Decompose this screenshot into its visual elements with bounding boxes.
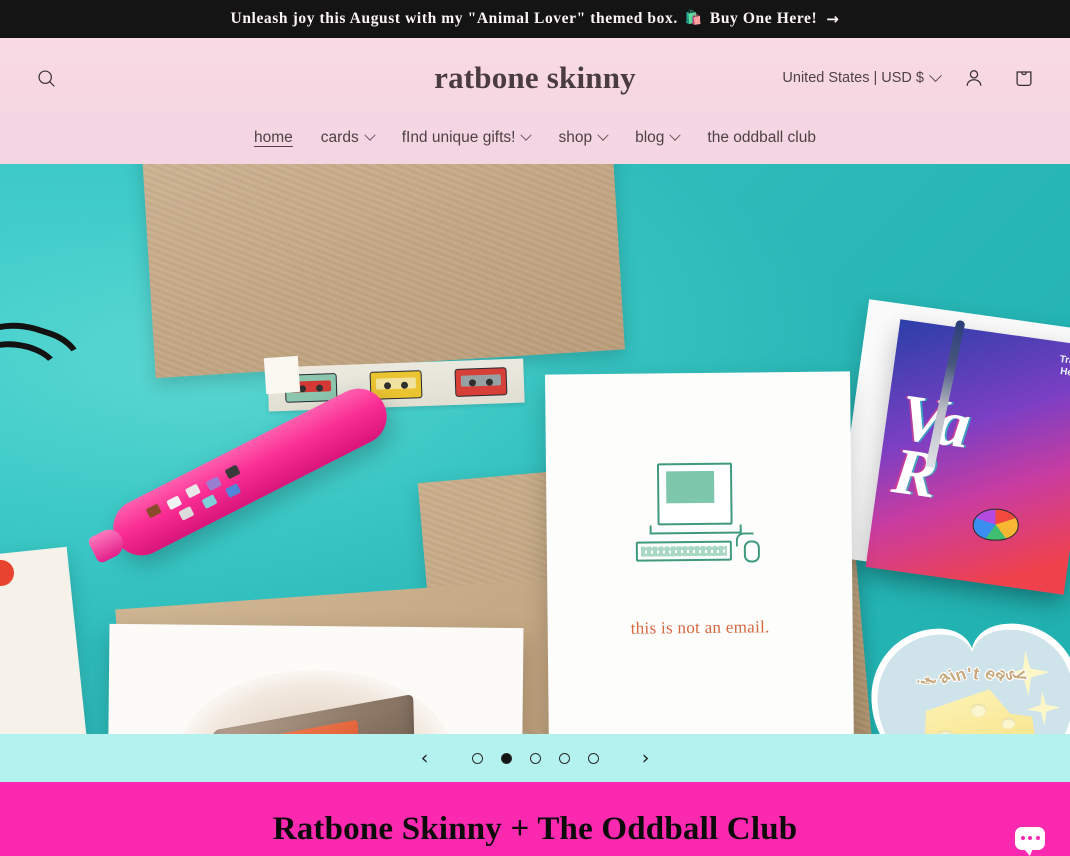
announcement-cta: Buy One Here! (709, 10, 818, 27)
computer-illustration (635, 462, 760, 563)
vhs-illustration: VHS (177, 668, 456, 734)
announcement-text: Unleash joy this August with my "Animal … (230, 10, 678, 27)
slide-dot-2[interactable] (500, 752, 512, 764)
chevron-down-icon (520, 129, 533, 141)
main-navigation: home cards fInd unique gifts! shop blog … (0, 118, 1070, 164)
slide-next-button[interactable]: › (623, 735, 669, 781)
chat-widget-button[interactable] (1002, 810, 1058, 856)
header-right: United States | USD $ (776, 56, 1046, 100)
promo-section: Ratbone Skinny + The Oddball Club (0, 782, 1070, 856)
slide-dot-5[interactable] (587, 752, 599, 764)
nav-label: fInd unique gifts! (401, 129, 516, 146)
chevron-down-icon (364, 129, 376, 141)
slide-prev-button[interactable]: ‹ (402, 735, 448, 781)
chevron-down-icon (929, 68, 942, 82)
greeting-card-vhs: VHS you're not old, you're a classic. (106, 623, 524, 734)
slide-dot-3[interactable] (529, 752, 541, 764)
hero-slideshow[interactable]: TransHead VaR this is not an email. VHS (0, 164, 1070, 734)
monitor-icon (656, 462, 733, 526)
locale-label: United States | USD $ (782, 70, 924, 86)
cart-icon (1016, 71, 1032, 86)
notebook-sticker-icon (972, 508, 1019, 541)
site-header: ratbone skinny United States | USD $ (0, 38, 1070, 118)
announcement-bar: Unleash joy this August with my "Animal … (0, 0, 1070, 38)
mouse-icon (743, 540, 760, 563)
notebook-top-text: Trans Head (1058, 353, 1070, 380)
arrow-right-icon: → (826, 10, 840, 28)
monitor-base (649, 524, 742, 535)
chevron-left-icon: ‹ (420, 747, 429, 769)
cassette-red-icon (454, 367, 508, 397)
cheese-sticker: it ain't easy bein' cheesy (871, 619, 1070, 734)
retro-notebook: TransHead VaR (865, 319, 1070, 595)
slide-dot-4[interactable] (558, 752, 570, 764)
nav-item-the-oddball-club[interactable]: the oddball club (707, 125, 816, 151)
nav-item-shop[interactable]: shop (558, 125, 609, 151)
chevron-right-icon: › (641, 747, 650, 769)
nav-label: shop (558, 129, 593, 146)
promo-title: Ratbone Skinny + The Oddball Club (272, 810, 798, 847)
card-email-caption: this is not an email. (630, 617, 770, 638)
slide-dot-1[interactable] (471, 752, 483, 764)
nav-label: cards (320, 129, 359, 146)
nav-label: blog (635, 129, 665, 146)
nav-label: the oddball club (707, 129, 816, 146)
nav-item-blog[interactable]: blog (635, 125, 682, 151)
sticker-top-text: it a i n ' t easy (914, 663, 1033, 688)
nav-label: home (254, 129, 293, 146)
account-button[interactable] (952, 56, 996, 100)
shopping-bags-icon: 🛍️ (684, 11, 703, 26)
nav-item-find-unique-gifts[interactable]: fInd unique gifts! (401, 125, 533, 151)
mini-sticker (263, 355, 301, 395)
chevron-down-icon (669, 129, 682, 141)
chevron-down-icon (597, 129, 609, 141)
cassette-washi-tape (267, 358, 525, 412)
nav-item-home[interactable]: home (254, 125, 293, 151)
cart-button[interactable] (1002, 56, 1046, 100)
slideshow-controls: ‹ › (0, 734, 1070, 782)
nav-item-cards[interactable]: cards (320, 125, 376, 151)
chat-bubble-icon (1015, 826, 1045, 856)
locale-selector[interactable]: United States | USD $ (776, 62, 946, 94)
person-icon (966, 70, 982, 86)
hero-slide-image: TransHead VaR this is not an email. VHS (0, 164, 1070, 734)
announcement-link[interactable]: Unleash joy this August with my "Animal … (231, 10, 840, 28)
kraft-envelope-top (141, 164, 625, 379)
greeting-card-email: this is not an email. (545, 371, 854, 734)
slide-dots (471, 752, 599, 764)
keyboard-icon (635, 540, 732, 562)
